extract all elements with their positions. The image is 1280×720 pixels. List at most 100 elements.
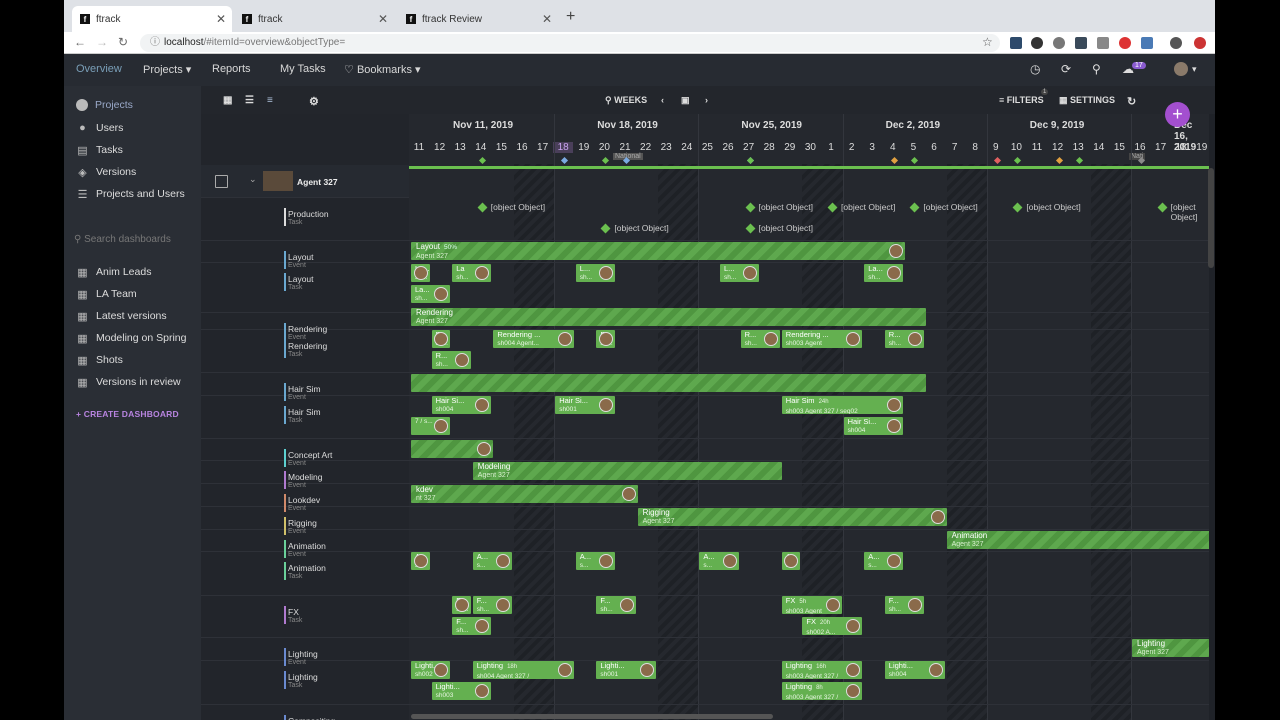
hairsim-task-bar[interactable]: Hair Si... sh004 (431, 396, 492, 414)
grid-view-icon[interactable]: ▦ (223, 95, 232, 106)
calendar-icon[interactable]: ▣ (681, 95, 690, 106)
layout-task-bar[interactable]: L... sh... (720, 264, 760, 282)
extension-icon[interactable] (1141, 37, 1153, 49)
rendering-task-bar[interactable]: R...sh... (884, 330, 924, 348)
extension-icon[interactable] (1119, 37, 1131, 49)
close-icon[interactable]: ✕ (542, 12, 552, 26)
fx-task-bar[interactable]: F...sh... (884, 596, 924, 614)
dashboard-item[interactable]: ▦ Modeling on Spring (76, 332, 186, 345)
sidebar-item-projects-and-users[interactable]: ☰ Projects and Users (76, 188, 185, 201)
layout-task-bar[interactable]: La...sh... (411, 264, 430, 282)
nav-overview[interactable]: Overview (76, 63, 122, 75)
extension-icon[interactable] (1075, 37, 1087, 49)
lookdev-event-bar[interactable]: kdev nt 327 (411, 485, 638, 503)
fx-task-bar[interactable]: FX 5h sh003 Agent (781, 596, 842, 614)
chevron-left-icon[interactable]: ‹ (661, 95, 664, 105)
nav-reports[interactable]: Reports (212, 63, 251, 75)
row-label[interactable]: Compositing (288, 716, 335, 720)
gantt-view-icon[interactable]: ≡ (267, 95, 273, 106)
lighting-task-bar[interactable]: Lighting 16h sh003 Agent 327 / (781, 661, 863, 679)
add-button[interactable]: + (1165, 102, 1190, 127)
extension-icon[interactable] (1194, 37, 1206, 49)
create-dashboard-button[interactable]: + CREATE DASHBOARD (76, 409, 179, 419)
user-avatar[interactable] (1174, 62, 1188, 76)
layout-task-bar[interactable]: La sh... (452, 264, 492, 282)
back-icon[interactable]: ← (74, 35, 86, 49)
filters-button[interactable]: ≡ FILTERS (999, 95, 1044, 105)
rendering-task-bar[interactable]: R...sh... (431, 351, 471, 369)
horizontal-scrollbar[interactable] (411, 714, 773, 719)
sidebar-item-projects[interactable]: Projects (76, 99, 133, 111)
rendering-task-bar[interactable]: R...sh... (740, 330, 780, 348)
animation-task-bar[interactable]: A...s... (699, 552, 739, 570)
reload-icon[interactable]: ↻ (118, 35, 128, 49)
sidebar-item-versions[interactable]: ◈ Versions (76, 166, 136, 179)
dashboard-item[interactable]: ▦ Shots (76, 354, 123, 367)
extension-icon[interactable] (1031, 37, 1043, 49)
lighting-task-bar[interactable]: Lighti... sh002 (411, 661, 451, 679)
rendering-task-bar[interactable]: R...sh... (431, 330, 451, 348)
row-label[interactable]: FX Task (288, 607, 302, 624)
nav-my-tasks[interactable]: My Tasks (280, 63, 326, 75)
nav-bookmarks[interactable]: ♡ Bookmarks ▾ (344, 63, 421, 76)
sidebar-item-users[interactable]: ● Users (76, 122, 123, 134)
dashboard-item[interactable]: ▦ Latest versions (76, 310, 166, 323)
fx-task-bar[interactable]: F...sh... (452, 596, 471, 614)
vertical-scrollbar[interactable] (1208, 168, 1214, 268)
rendering-event-bar[interactable]: Rendering Agent 327 (411, 308, 926, 326)
chevron-down-icon[interactable]: ▾ (1192, 64, 1197, 75)
dashboard-item[interactable]: ▦ Anim Leads (76, 266, 151, 279)
modeling-event-bar[interactable]: Modeling Agent 327 (472, 462, 782, 480)
bookmark-star-icon[interactable]: ☆ (982, 35, 993, 49)
chevron-right-icon[interactable]: › (705, 95, 708, 105)
hairsim-task-bar[interactable]: 7 / s... (411, 417, 451, 435)
weeks-zoom-button[interactable]: ⚲ WEEKS (605, 95, 647, 106)
close-icon[interactable]: ✕ (378, 12, 388, 26)
animation-task-bar[interactable]: A...s... (575, 552, 615, 570)
layout-event-bar[interactable]: Layout 50% Agent 327 (411, 242, 906, 260)
hairsim-task-bar[interactable]: Hair Si... sh001 (555, 396, 615, 414)
search-dashboards-input[interactable]: ⚲ Search dashboards (74, 234, 171, 245)
lighting-event-bar[interactable]: Lighting Agent 327 (1132, 639, 1209, 657)
rendering-task-bar[interactable]: Rendering ... sh004 Agent... (493, 330, 574, 348)
fx-task-bar[interactable]: F...sh... (596, 596, 636, 614)
layout-task-bar[interactable]: La...sh... (864, 264, 904, 282)
extension-icon[interactable] (1010, 37, 1022, 49)
close-icon[interactable]: ✕ (216, 12, 226, 26)
refresh-icon[interactable]: ↻ (1127, 95, 1136, 108)
layout-task-bar[interactable]: La...sh... (411, 285, 451, 303)
concept-art-event-bar[interactable] (411, 440, 494, 458)
animation-task-bar[interactable]: A...s... (781, 552, 801, 570)
fx-task-bar[interactable]: F...sh... (472, 596, 512, 614)
gear-icon[interactable]: ⚙ (309, 95, 319, 108)
row-label[interactable]: Rendering Task (288, 341, 327, 358)
dashboard-item[interactable]: ▦ Versions in review (76, 376, 180, 389)
row-checkbox[interactable] (215, 175, 228, 188)
hairsim-task-bar[interactable]: Hair Si... sh004 (843, 417, 904, 435)
rendering-task-bar[interactable]: R...sh... (596, 330, 615, 348)
settings-button[interactable]: ▦ SETTINGS (1059, 95, 1115, 106)
animation-task-bar[interactable]: A...s... (411, 552, 430, 570)
dashboard-item[interactable]: ▦ LA Team (76, 288, 136, 301)
row-label[interactable]: Animation Task (288, 563, 326, 580)
lighting-task-bar[interactable]: Lighti... sh001 (596, 661, 657, 679)
profile-avatar[interactable] (1170, 37, 1182, 49)
nav-projects[interactable]: Projects ▾ (143, 63, 191, 76)
project-row[interactable]: ⌄ Agent 327 (201, 165, 409, 198)
search-icon[interactable]: ⚲ (1092, 62, 1101, 76)
extension-icon[interactable] (1097, 37, 1109, 49)
rendering-task-bar[interactable]: Rendering ... sh003 Agent (781, 330, 863, 348)
browser-tab[interactable]: f ftrack Review ✕ (398, 6, 558, 32)
fx-task-bar[interactable]: FX 20h sh002 A... (802, 617, 863, 635)
row-label[interactable]: Layout Task (288, 274, 314, 291)
lighting-task-bar[interactable]: Lighti... sh003 (431, 682, 492, 700)
browser-tab[interactable]: f ftrack ✕ (234, 6, 394, 32)
browser-tab[interactable]: f ftrack ✕ (72, 6, 232, 32)
animation-task-bar[interactable]: A...s... (864, 552, 904, 570)
sync-icon[interactable]: ⟳ (1061, 62, 1071, 76)
hairsim-task-bar[interactable]: Hair Sim 24h sh003 Agent 327 / seq02 (781, 396, 904, 414)
row-label[interactable]: Production Task (288, 209, 329, 226)
url-field[interactable]: ⓘ localhost/#itemId=overview&objectType= (140, 34, 1000, 52)
sidebar-item-tasks[interactable]: ▤ Tasks (76, 144, 123, 157)
list-view-icon[interactable]: ☰ (245, 95, 254, 106)
